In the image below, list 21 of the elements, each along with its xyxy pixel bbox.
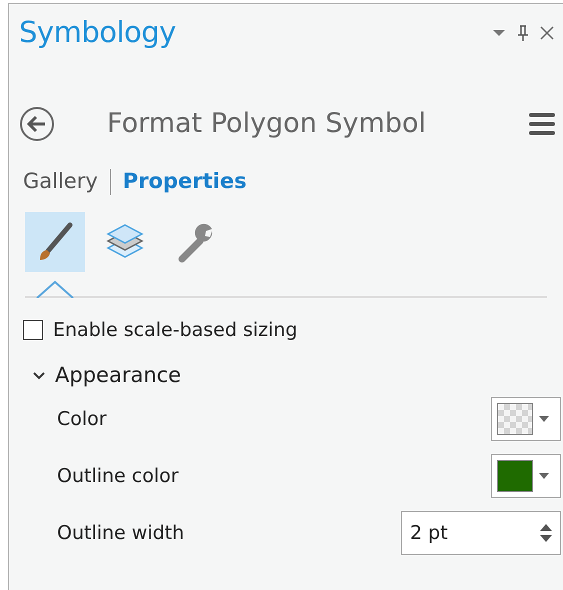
checkbox-label: Enable scale-based sizing [53, 318, 298, 343]
header-title: Format Polygon Symbol [107, 106, 427, 141]
no-color-swatch [497, 403, 533, 435]
number-field[interactable]: 2 pt [401, 511, 561, 555]
menu-icon[interactable] [529, 113, 555, 135]
color-picker[interactable] [491, 397, 561, 441]
tab[interactable]: Properties [122, 166, 247, 198]
checkbox[interactable] [23, 320, 43, 340]
field-label: Outline width [57, 520, 184, 546]
selection-pointer [35, 278, 75, 298]
tab[interactable]: Gallery [23, 166, 98, 198]
color-picker[interactable] [491, 454, 561, 498]
dropdown-caret-icon [539, 473, 549, 479]
spinner-icon[interactable] [540, 524, 552, 542]
field-label: Color [57, 406, 107, 432]
section-header[interactable]: Appearance [9, 360, 563, 390]
paintbrush-icon[interactable] [25, 212, 85, 272]
dropdown-caret-icon [539, 416, 549, 422]
pane-title: Symbology [19, 14, 177, 52]
back-icon[interactable] [19, 106, 55, 142]
field-label: Outline color [57, 464, 179, 489]
